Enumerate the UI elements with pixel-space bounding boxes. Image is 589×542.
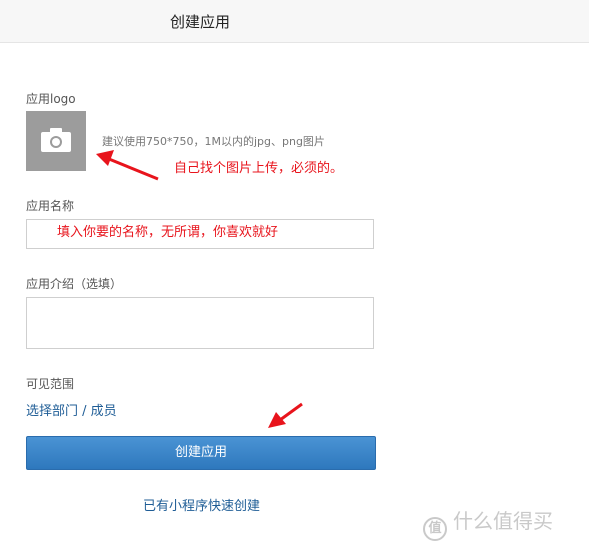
quick-create-link[interactable]: 已有小程序快速创建 <box>143 495 260 514</box>
watermark-logo-icon: 值 <box>423 517 447 541</box>
create-app-button[interactable]: 创建应用 <box>26 436 376 470</box>
watermark: 值什么值得买 <box>423 505 553 541</box>
name-annotation: 填入你要的名称，无所谓，你喜欢就好 <box>57 225 279 240</box>
select-members-link[interactable]: 选择部门 / 成员 <box>26 400 117 419</box>
top-bar: 创建应用 <box>0 0 589 43</box>
camera-icon <box>41 128 71 152</box>
logo-hint: 建议使用750*750，1M以内的jpg、png图片 <box>102 135 325 148</box>
logo-upload-button[interactable] <box>26 111 86 171</box>
app-name-label: 应用名称 <box>26 199 75 213</box>
watermark-text: 什么值得买 <box>453 509 553 533</box>
logo-label: 应用logo <box>26 92 76 106</box>
arrow-to-logo <box>96 150 159 181</box>
app-intro-label: 应用介绍（选填） <box>26 277 123 291</box>
logo-annotation: 自己找个图片上传，必须的。 <box>174 161 344 176</box>
app-intro-textarea[interactable] <box>26 297 374 349</box>
visibility-label: 可见范围 <box>26 377 75 391</box>
page-title: 创建应用 <box>170 13 231 31</box>
arrow-to-create-button <box>268 402 303 428</box>
